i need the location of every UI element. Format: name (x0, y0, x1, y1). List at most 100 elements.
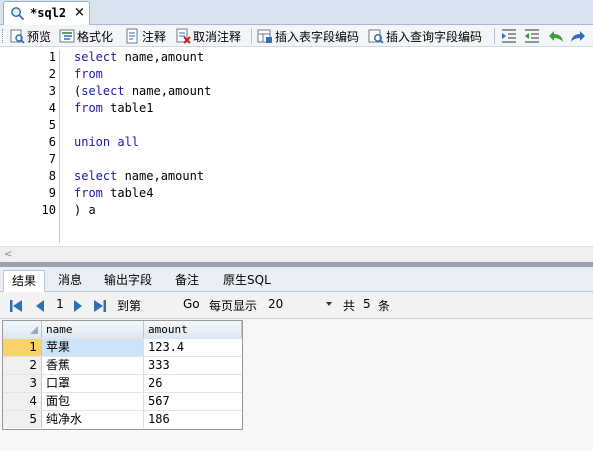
editor-tab-strip: *sql2 × (0, 0, 593, 25)
cell-amount[interactable]: 186 (144, 411, 242, 428)
tab-sql2[interactable]: *sql2 × (3, 1, 90, 25)
indent-icon[interactable] (501, 28, 517, 44)
result-grid: name amount 1 苹果 123.4 2 香蕉 333 3 口罩 26 4 面包 567 5 纯净… (2, 320, 243, 430)
preview-label: 预览 (27, 29, 52, 44)
code-line[interactable]: (select name,amount (74, 84, 211, 98)
total-count: 5 (363, 297, 371, 311)
sql-text: name,amount (117, 169, 205, 183)
cell-amount[interactable]: 123.4 (144, 339, 242, 356)
go-button[interactable]: Go (183, 297, 200, 311)
row-number[interactable]: 2 (3, 357, 42, 374)
row-number[interactable]: 1 (3, 339, 42, 356)
tab-results[interactable]: 结果 (3, 270, 46, 292)
sql-text: ) a (74, 203, 96, 217)
sql-editor[interactable]: 1 2 3 4 5 6 7 8 9 10 select name,amount from (selec… (0, 48, 593, 246)
editor-toolbar: 预览 格式化 注释 取消注释 插入表字段编码 插入查询字段编码 (0, 25, 593, 47)
column-header-amount[interactable]: amount (144, 321, 242, 338)
insert-query-field-code-label: 插入查询字段编码 (386, 29, 483, 44)
outdent-icon[interactable] (524, 28, 540, 44)
table-row[interactable]: 3 口罩 26 (3, 375, 242, 393)
column-header-name[interactable]: name (42, 321, 144, 338)
code-line[interactable]: ) a (74, 203, 96, 217)
row-number[interactable]: 3 (3, 375, 42, 392)
preview-button[interactable]: 预览 (9, 26, 51, 46)
cell-amount[interactable]: 333 (144, 357, 242, 374)
row-number[interactable]: 4 (3, 393, 42, 410)
sql-keyword: union all (74, 135, 140, 149)
format-icon (59, 29, 75, 43)
grid-header-row: name amount (3, 321, 242, 339)
format-button[interactable]: 格式化 (59, 26, 113, 46)
close-tab-icon[interactable]: × (74, 5, 85, 20)
row-number[interactable]: 5 (3, 411, 42, 428)
page-size-select[interactable]: 20 (263, 296, 338, 314)
sql-text: table4 (102, 186, 154, 200)
code-line[interactable]: select name,amount (74, 169, 204, 183)
cell-name[interactable]: 香蕉 (42, 357, 144, 374)
table-row[interactable]: 5 纯净水 186 (3, 411, 242, 429)
current-page: 1 (56, 297, 64, 311)
line-number: 1 (48, 50, 56, 64)
editor-horizontal-scrollbar[interactable]: < (0, 246, 593, 262)
uncomment-button[interactable]: 取消注释 (175, 26, 241, 46)
previous-page-icon[interactable] (33, 297, 47, 315)
tab-native-sql[interactable]: 原生SQL (215, 270, 279, 292)
tab-messages[interactable]: 消息 (50, 270, 90, 292)
first-page-icon[interactable] (8, 297, 24, 315)
last-page-icon[interactable] (92, 297, 108, 315)
line-number: 5 (48, 118, 56, 132)
next-page-icon[interactable] (71, 297, 85, 315)
comment-button[interactable]: 注释 (124, 26, 166, 46)
result-tabs: 结果 消息 输出字段 备注 原生SQL (0, 267, 593, 292)
cell-name[interactable]: 面包 (42, 393, 144, 410)
chevron-down-icon (326, 302, 332, 306)
sql-keyword: from (74, 67, 103, 81)
code-line[interactable]: select name,amount (74, 50, 204, 64)
sql-keyword: select (81, 84, 125, 98)
scroll-left-icon[interactable]: < (4, 249, 12, 260)
comment-label: 注释 (142, 29, 167, 44)
line-number: 3 (48, 84, 56, 98)
tab-output-fields[interactable]: 输出字段 (96, 270, 160, 292)
code-line[interactable]: union all (74, 135, 139, 149)
cell-amount[interactable]: 26 (144, 375, 242, 392)
table-row[interactable]: 2 香蕉 333 (3, 357, 242, 375)
undo-icon[interactable] (548, 28, 564, 44)
cell-name[interactable]: 口罩 (42, 375, 144, 392)
line-number: 9 (48, 186, 56, 200)
sql-keyword: from (74, 186, 103, 200)
line-number: 6 (48, 135, 56, 149)
per-page-label: 每页显示 (209, 299, 258, 313)
code-line[interactable]: from (74, 67, 103, 81)
tab-title: *sql2 (30, 6, 67, 20)
toolbar-separator (251, 28, 252, 44)
sql-text: table1 (102, 101, 154, 115)
cell-amount[interactable]: 567 (144, 393, 242, 410)
line-number: 2 (48, 67, 56, 81)
insert-table-field-code-label: 插入表字段编码 (275, 29, 360, 44)
insert-table-field-code-button[interactable]: 插入表字段编码 (257, 26, 359, 46)
cell-name[interactable]: 纯净水 (42, 411, 144, 428)
sql-keyword: select (74, 50, 118, 64)
total-prefix: 共 (343, 299, 356, 313)
line-number: 4 (48, 101, 56, 115)
table-row[interactable]: 1 苹果 123.4 (3, 339, 242, 357)
toolbar-grip[interactable] (2, 29, 5, 43)
goto-page-label: 到第 (117, 299, 142, 313)
line-number: 7 (48, 152, 56, 166)
uncomment-label: 取消注释 (193, 29, 242, 44)
pagination-bar: 1 到第 Go 每页显示 20 共 5 条 (0, 292, 593, 319)
sql-text: name,amount (117, 50, 205, 64)
code-line[interactable]: from table4 (74, 186, 153, 200)
tab-remarks[interactable]: 备注 (167, 270, 207, 292)
table-row[interactable]: 4 面包 567 (3, 393, 242, 411)
select-all-icon (30, 326, 38, 334)
insert-query-field-code-button[interactable]: 插入查询字段编码 (368, 26, 482, 46)
toolbar-separator (494, 28, 495, 44)
result-grid-area: name amount 1 苹果 123.4 2 香蕉 333 3 口罩 26 4 面包 567 5 纯净… (0, 319, 593, 451)
code-line[interactable]: from table1 (74, 101, 153, 115)
grid-corner[interactable] (3, 321, 42, 338)
cell-name[interactable]: 苹果 (42, 339, 144, 356)
sql-text: name,amount (124, 84, 212, 98)
redo-icon[interactable] (570, 28, 586, 44)
